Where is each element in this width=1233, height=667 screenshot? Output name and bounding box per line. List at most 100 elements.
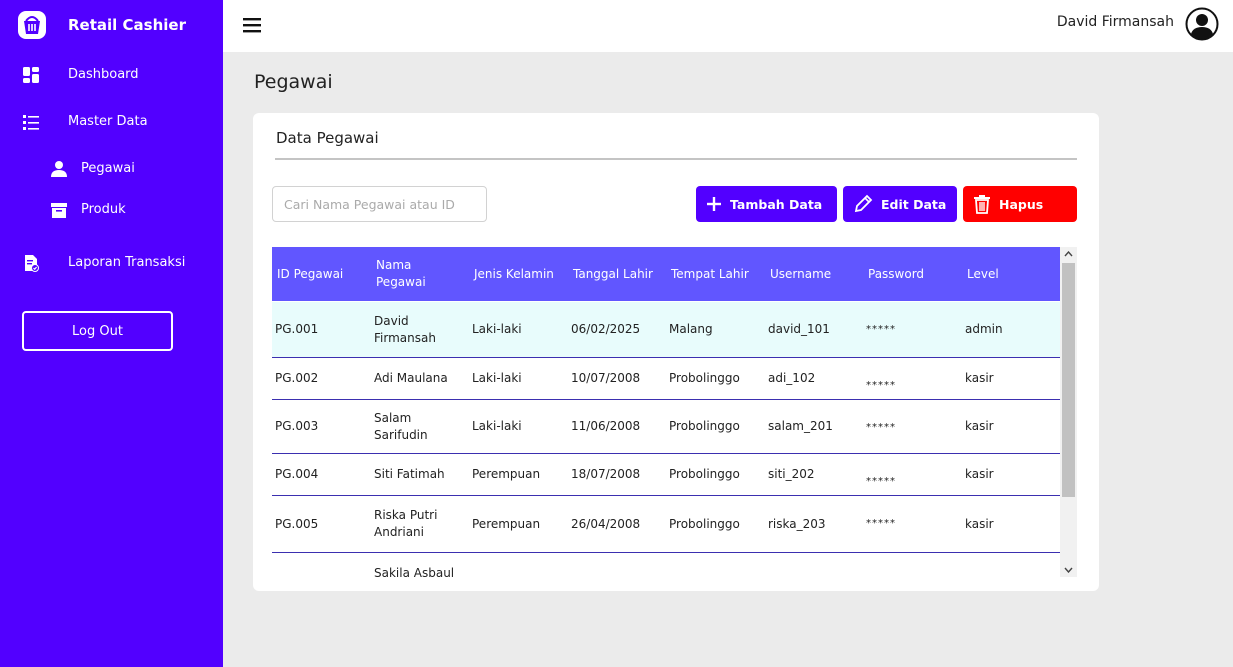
- cell-birth-date: [568, 553, 663, 591]
- table-header: ID Pegawai Nama Pegawai Jenis Kelamin Ta…: [272, 247, 1060, 301]
- basket-icon: [18, 11, 46, 39]
- user-icon: [51, 161, 67, 177]
- delete-label: Hapus: [999, 196, 1044, 212]
- cell-id: PG.004: [275, 467, 319, 481]
- cell-level: admin: [965, 322, 1003, 336]
- cell-name: Adi Maulana: [374, 371, 448, 385]
- cell-birth-place: Probolinggo: [669, 467, 740, 481]
- cell-password: *****: [866, 518, 896, 529]
- cell-birth-place: Probolinggo: [669, 516, 740, 531]
- header-username: Username: [770, 266, 832, 281]
- cell-id: PG.002: [275, 371, 319, 385]
- cell-id: [272, 553, 367, 591]
- cell-password: *****: [866, 324, 896, 335]
- table-row[interactable]: Sakila Asbaul: [272, 553, 1060, 591]
- sidebar-item-master-data[interactable]: Master Data: [0, 105, 223, 139]
- cell-gender: Laki-laki: [472, 419, 522, 433]
- sidebar-item-dashboard[interactable]: Dashboard: [0, 58, 223, 92]
- sidebar-item-label: Dashboard: [68, 67, 139, 82]
- brand: Retail Cashier: [0, 0, 223, 52]
- dashboard-icon: [23, 67, 39, 83]
- divider: [275, 158, 1077, 160]
- cell-username: siti_202: [768, 467, 815, 481]
- cell-username: adi_102: [768, 371, 816, 385]
- pencil-icon: [854, 194, 873, 213]
- header-level: Level: [967, 266, 999, 281]
- cell-gender: [469, 553, 564, 591]
- employee-data-card: Data Pegawai Tambah Data Edit Data Hapus…: [253, 113, 1099, 591]
- table-row[interactable]: PG.005 Riska Putri Andriani Perempuan 26/04…: [272, 496, 1060, 553]
- list-icon: [23, 115, 39, 130]
- search-input[interactable]: [272, 186, 487, 222]
- add-data-label: Tambah Data: [730, 196, 823, 212]
- sidebar-item-produk[interactable]: Produk: [0, 193, 223, 227]
- trash-icon: [974, 195, 990, 214]
- cell-id: PG.005: [275, 516, 319, 531]
- cell-level: kasir: [965, 516, 994, 531]
- user-name: David Firmansah: [1056, 14, 1174, 30]
- cell-username: salam_201: [768, 419, 833, 433]
- cell-password: *****: [866, 476, 896, 487]
- cell-id: PG.001: [275, 322, 319, 336]
- table-row[interactable]: PG.001 David Firmansah Laki-laki 06/02/2025…: [272, 302, 1060, 358]
- cell-gender: Laki-laki: [472, 371, 522, 385]
- topbar: David Firmansah: [223, 0, 1233, 52]
- cell-password: [863, 553, 958, 591]
- table-row[interactable]: PG.004 Siti Fatimah Perempuan 18/07/2008 Pro…: [272, 454, 1060, 496]
- header-gender: Jenis Kelamin: [474, 266, 554, 281]
- card-title: Data Pegawai: [276, 129, 379, 147]
- sidebar-item-label: Laporan Transaksi: [68, 255, 186, 270]
- brand-title: Retail Cashier: [68, 16, 186, 34]
- header-password: Password: [868, 266, 925, 281]
- cell-level: kasir: [965, 419, 994, 433]
- sidebar-item-label: Pegawai: [81, 161, 135, 176]
- cell-password: *****: [866, 380, 896, 391]
- cell-birth-place: [666, 553, 761, 591]
- edit-data-button[interactable]: Edit Data: [843, 186, 957, 222]
- cell-gender: Laki-laki: [472, 322, 522, 336]
- cell-username: david_101: [768, 322, 830, 336]
- cell-name: Siti Fatimah: [374, 467, 445, 481]
- report-icon: [25, 255, 39, 272]
- cell-name: Salam Sarifudin: [374, 410, 428, 442]
- table-row[interactable]: PG.003 Salam Sarifudin Laki-laki 11/06/2008…: [272, 400, 1060, 454]
- cell-birth-place: Probolinggo: [669, 419, 740, 433]
- add-data-button[interactable]: Tambah Data: [696, 186, 837, 222]
- cell-username: [765, 553, 860, 591]
- scroll-down-arrow-icon[interactable]: [1060, 563, 1077, 577]
- cell-birth-date: 11/06/2008: [571, 419, 641, 433]
- cell-gender: Perempuan: [472, 467, 541, 481]
- sidebar-item-pegawai[interactable]: Pegawai: [0, 152, 223, 186]
- cell-birth-place: Probolinggo: [669, 371, 740, 385]
- cell-birth-date: 10/07/2008: [571, 371, 641, 385]
- cell-birth-date: 26/04/2008: [571, 516, 641, 531]
- hamburger-menu-icon[interactable]: [242, 14, 264, 36]
- box-icon: [51, 203, 67, 218]
- cell-level: [962, 553, 1057, 591]
- table-scrollbar[interactable]: [1060, 247, 1077, 577]
- cell-id: PG.003: [275, 419, 319, 433]
- sidebar: Retail Cashier Dashboard Master Data Peg…: [0, 0, 223, 667]
- delete-button[interactable]: Hapus: [963, 186, 1077, 222]
- cell-username: riska_203: [768, 516, 826, 531]
- cell-password: *****: [866, 422, 896, 433]
- edit-data-label: Edit Data: [881, 196, 947, 212]
- scroll-thumb[interactable]: [1062, 263, 1075, 497]
- table-row[interactable]: PG.002 Adi Maulana Laki-laki 10/07/2008 Prob…: [272, 358, 1060, 400]
- logout-button[interactable]: Log Out: [22, 311, 173, 351]
- cell-gender: Perempuan: [472, 516, 541, 531]
- sidebar-item-laporan-transaksi[interactable]: Laporan Transaksi: [0, 246, 223, 280]
- header-birth-date: Tanggal Lahir: [573, 266, 653, 281]
- scroll-up-arrow-icon[interactable]: [1060, 247, 1077, 261]
- cell-birth-date: 18/07/2008: [571, 467, 641, 481]
- avatar[interactable]: [1185, 7, 1219, 41]
- cell-name: Sakila Asbaul: [374, 566, 455, 580]
- cell-birth-place: Malang: [669, 322, 713, 336]
- cell-birth-date: 06/02/2025: [571, 322, 641, 336]
- page-title: Pegawai: [254, 71, 333, 93]
- header-id: ID Pegawai: [277, 266, 344, 281]
- sidebar-item-label: Produk: [81, 202, 126, 217]
- employee-table: ID Pegawai Nama Pegawai Jenis Kelamin Ta…: [272, 247, 1077, 591]
- sidebar-item-label: Master Data: [68, 114, 148, 129]
- cell-level: kasir: [965, 371, 994, 385]
